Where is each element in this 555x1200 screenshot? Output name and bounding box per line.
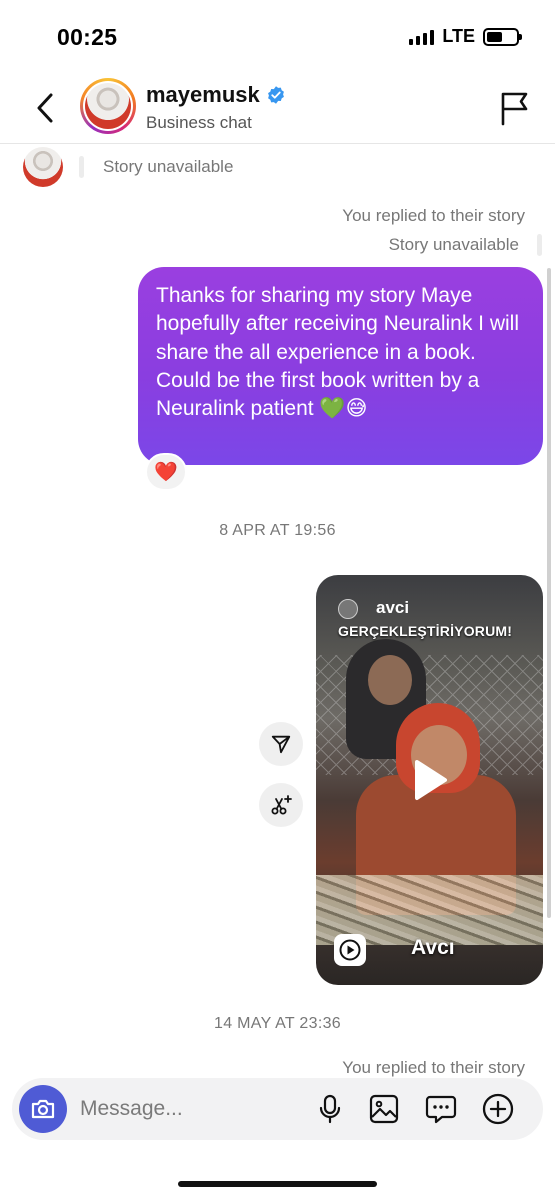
back-button[interactable]: [30, 90, 60, 126]
remix-icon: [271, 795, 292, 815]
heart-reaction[interactable]: ❤️: [145, 453, 187, 491]
sticker-button[interactable]: [423, 1091, 459, 1127]
chat-sticker-icon: [425, 1095, 457, 1124]
message-composer: [12, 1078, 543, 1140]
reel-caption: GERÇEKLEŞTİRİYORUM!: [338, 623, 513, 639]
flag-icon: [501, 92, 528, 126]
profile-avatar[interactable]: [80, 78, 136, 134]
report-button[interactable]: [499, 90, 531, 126]
reel-account-avatar: [338, 599, 358, 619]
quote-bar: [537, 234, 542, 256]
reel-account-name: avci: [376, 598, 410, 617]
plus-icon: [482, 1093, 514, 1125]
share-button[interactable]: [259, 722, 303, 766]
signal-icon: [409, 29, 435, 45]
scrollbar[interactable]: [547, 268, 551, 918]
chat-subtitle: Business chat: [146, 113, 252, 132]
microphone-button[interactable]: [312, 1091, 348, 1127]
sender-avatar[interactable]: [23, 147, 63, 187]
reels-icon: [334, 934, 366, 966]
reel-watermark: Avcı: [411, 936, 455, 959]
gallery-icon: [369, 1094, 399, 1124]
replied-to-story-label: You replied to their story: [342, 1058, 525, 1077]
message-timestamp: 14 MAY AT 23:36: [214, 1015, 341, 1032]
status-time: 00:25: [57, 24, 118, 50]
verified-badge-icon: [267, 86, 284, 104]
message-text: Thanks for sharing my story Maye hopeful…: [156, 284, 519, 421]
status-indicators: LTE: [409, 26, 522, 47]
network-label: LTE: [442, 26, 475, 46]
play-icon[interactable]: [407, 758, 451, 802]
chat-username: mayemusk: [146, 82, 260, 107]
plus-button[interactable]: [480, 1091, 516, 1127]
outgoing-message-bubble[interactable]: Thanks for sharing my story Maye hopeful…: [138, 267, 543, 465]
remix-button[interactable]: [259, 783, 303, 827]
share-icon: [271, 735, 291, 754]
battery-icon: [483, 27, 522, 46]
message-timestamp: 8 APR AT 19:56: [219, 522, 336, 539]
chat-header: mayemusk Business chat: [0, 72, 555, 144]
quote-bar: [79, 156, 84, 178]
microphone-icon: [319, 1094, 341, 1124]
avatar-image: [85, 83, 131, 129]
message-input[interactable]: [80, 1094, 280, 1124]
reel-person: [368, 655, 412, 705]
shared-reel-card[interactable]: avci GERÇEKLEŞTİRİYORUM! Avcı: [316, 575, 543, 985]
chat-username-row[interactable]: mayemusk: [146, 82, 286, 108]
camera-icon: [31, 1099, 55, 1119]
replied-to-story-label: You replied to their story: [342, 206, 525, 225]
gallery-button[interactable]: [366, 1091, 402, 1127]
story-unavailable-label: Story unavailable: [388, 235, 519, 254]
home-indicator[interactable]: [178, 1181, 377, 1187]
camera-button[interactable]: [19, 1085, 67, 1133]
chevron-left-icon: [37, 93, 53, 123]
story-unavailable-label: Story unavailable: [103, 157, 234, 176]
